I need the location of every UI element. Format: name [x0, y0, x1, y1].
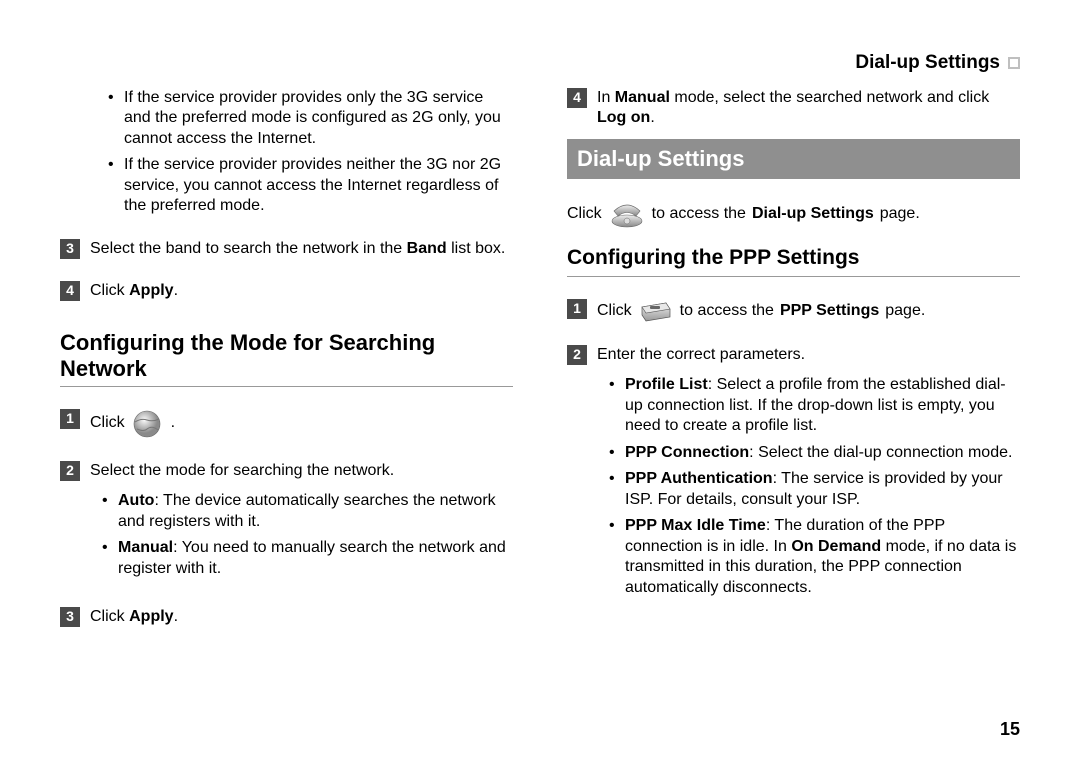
- step-text: In: [597, 89, 615, 106]
- item-text: : The device automatically searches the …: [118, 492, 496, 529]
- page-header: Dial-up Settings: [855, 52, 1020, 74]
- two-column-layout: If the service provider provides only th…: [60, 88, 1020, 627]
- header-box-icon: [1008, 57, 1020, 69]
- step-text-post: page.: [885, 301, 925, 321]
- modem-icon: [638, 299, 674, 323]
- bold-manual: Manual: [118, 539, 173, 556]
- step-text-mid: mode, select the searched network and cl…: [670, 89, 989, 106]
- list-item: Manual: You need to manually search the …: [102, 538, 513, 579]
- page-number: 15: [1000, 719, 1020, 740]
- left-column: If the service provider provides only th…: [60, 88, 513, 627]
- step-enter-parameters: 2 Enter the correct parameters. Profile …: [567, 345, 1020, 604]
- step-text-post: .: [171, 413, 175, 433]
- step-number-icon: 3: [60, 239, 80, 259]
- service-notes-list: If the service provider provides only th…: [108, 88, 513, 217]
- header-title: Dial-up Settings: [855, 52, 1000, 74]
- step-number-icon: 4: [60, 281, 80, 301]
- bold-ppp-idle: PPP Max Idle Time: [625, 517, 766, 534]
- step-body: In Manual mode, select the searched netw…: [597, 88, 1020, 129]
- step-click-apply: 4 Click Apply.: [60, 281, 513, 301]
- globe-icon: [131, 409, 165, 439]
- list-item: PPP Connection: Select the dial-up conne…: [609, 443, 1020, 463]
- intro-dialup-settings: Click to access the Dial-up Settings pag…: [567, 199, 1020, 229]
- bold-ppp-settings: PPP Settings: [780, 301, 879, 321]
- step-select-mode: 2 Select the mode for searching the netw…: [60, 461, 513, 585]
- phone-icon: [608, 199, 646, 229]
- step-text: Select the mode for searching the networ…: [90, 462, 394, 479]
- bold-apply: Apply: [129, 608, 173, 625]
- step-text: Click: [90, 282, 129, 299]
- intro-text-post: page.: [880, 204, 920, 224]
- mode-options-list: Auto: The device automatically searches …: [102, 491, 513, 579]
- right-column: 4 In Manual mode, select the searched ne…: [567, 88, 1020, 627]
- bold-manual: Manual: [615, 89, 670, 106]
- step-body: Click to access the PPP Settings page.: [597, 299, 1020, 323]
- list-item: Profile List: Select a profile from the …: [609, 375, 1020, 436]
- step-text: Enter the correct parameters.: [597, 346, 805, 363]
- step-body: Click Apply.: [90, 281, 513, 301]
- step-text: Click: [90, 413, 125, 433]
- step-select-band: 3 Select the band to search the network …: [60, 239, 513, 259]
- step-number-icon: 1: [60, 409, 80, 429]
- bold-apply: Apply: [129, 282, 173, 299]
- step-text: Click: [90, 608, 129, 625]
- step-click-apply-2: 3 Click Apply.: [60, 607, 513, 627]
- step-click-globe: 1 Click .: [60, 409, 513, 439]
- step-text-post: .: [174, 282, 178, 299]
- section-configuring-search-mode: Configuring the Mode for Searching Netwo…: [60, 330, 513, 387]
- section-bar-dialup: Dial-up Settings: [567, 139, 1020, 179]
- bold-logon: Log on: [597, 109, 650, 126]
- bold-profile-list: Profile List: [625, 376, 708, 393]
- step-body: Click .: [90, 409, 513, 439]
- list-item: PPP Max Idle Time: The duration of the P…: [609, 516, 1020, 598]
- step-body: Select the mode for searching the networ…: [90, 461, 513, 585]
- bold-on-demand: On Demand: [791, 538, 881, 555]
- note-item: If the service provider provides neither…: [108, 155, 513, 216]
- list-item: PPP Authentication: The service is provi…: [609, 469, 1020, 510]
- step-manual-logon: 4 In Manual mode, select the searched ne…: [567, 88, 1020, 129]
- bold-auto: Auto: [118, 492, 154, 509]
- intro-text-pre: Click: [567, 204, 602, 224]
- intro-text-mid: to access the: [652, 204, 746, 224]
- step-number-icon: 2: [567, 345, 587, 365]
- step-body: Click Apply.: [90, 607, 513, 627]
- step-click-modem: 1 Click to access the PPP Settings page.: [567, 299, 1020, 323]
- bold-band: Band: [407, 240, 447, 257]
- step-number-icon: 2: [60, 461, 80, 481]
- ppp-parameters-list: Profile List: Select a profile from the …: [609, 375, 1020, 598]
- list-item: Auto: The device automatically searches …: [102, 491, 513, 532]
- note-item: If the service provider provides only th…: [108, 88, 513, 149]
- step-text-post: list box.: [447, 240, 506, 257]
- step-text-post: .: [650, 109, 654, 126]
- step-number-icon: 4: [567, 88, 587, 108]
- item-text: : You need to manually search the networ…: [118, 539, 506, 576]
- step-text: Select the band to search the network in…: [90, 240, 407, 257]
- step-text-mid: to access the: [680, 301, 774, 321]
- step-text-post: .: [174, 608, 178, 625]
- manual-page: Dial-up Settings If the service provider…: [0, 0, 1080, 766]
- step-number-icon: 1: [567, 299, 587, 319]
- step-body: Enter the correct parameters. Profile Li…: [597, 345, 1020, 604]
- step-text: Click: [597, 301, 632, 321]
- step-number-icon: 3: [60, 607, 80, 627]
- bold-dialup-settings: Dial-up Settings: [752, 204, 874, 224]
- subsection-ppp-settings: Configuring the PPP Settings: [567, 245, 1020, 277]
- bold-ppp-connection: PPP Connection: [625, 444, 749, 461]
- item-text: : Select the dial-up connection mode.: [749, 444, 1012, 461]
- step-body: Select the band to search the network in…: [90, 239, 513, 259]
- bold-ppp-auth: PPP Authentication: [625, 470, 773, 487]
